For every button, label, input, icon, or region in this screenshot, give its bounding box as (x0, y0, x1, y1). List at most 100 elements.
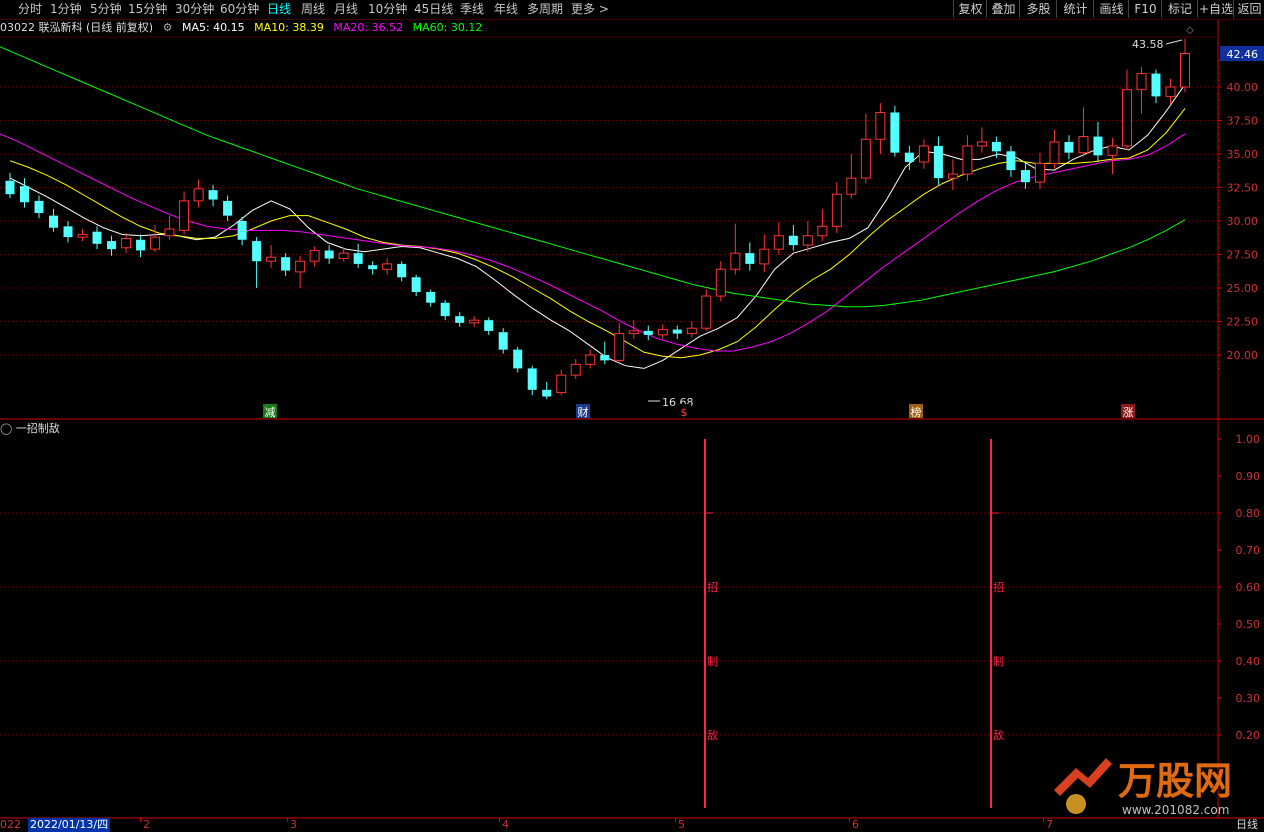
candle-body-down (1006, 151, 1016, 171)
candle-body-down (788, 235, 798, 246)
last-price-tag: 42.46 (1227, 48, 1259, 61)
date-axis-leftcut: 022 (0, 818, 21, 831)
indicator-axis-label: 0.60 (1236, 581, 1261, 594)
indicator-axis-label: 0.20 (1236, 729, 1261, 742)
cursor-date-box: 2022/01/13/四 (28, 818, 111, 832)
candle-body-down (600, 355, 610, 361)
indicator-name: 一招制敌 (15, 422, 60, 435)
candle-body-down (513, 349, 523, 369)
price-axis-label: 35.00 (1227, 148, 1259, 161)
coin-icon (1066, 794, 1086, 814)
candle-body-down (5, 180, 15, 195)
candle-body-down (368, 265, 378, 270)
indicator-axis-label: 0.70 (1236, 544, 1261, 557)
month-tick-0: 2 (143, 818, 150, 831)
candle-body-up (773, 235, 784, 250)
event-marker: 榜 (911, 405, 922, 419)
signal-char: 招 (707, 580, 718, 594)
arrow-icon (1054, 758, 1112, 796)
indicator-axis-label: 0.80 (1236, 507, 1261, 520)
month-tick-mark (1043, 818, 1044, 822)
candle-body-down (484, 320, 494, 331)
candle-body-up (1136, 73, 1147, 91)
candle-body-up (1121, 89, 1132, 147)
candle-body-up (266, 256, 277, 262)
signal-char: 制 (707, 655, 718, 668)
candle-body-up (628, 330, 639, 335)
candle-body-up (1034, 162, 1045, 183)
candle-body-up (585, 354, 596, 365)
event-marker: 财 (578, 405, 589, 419)
diamond-icon: ◇ (1186, 25, 1194, 36)
candle-body-down (324, 250, 334, 259)
indicator-axis-label: 0.50 (1236, 618, 1261, 631)
candle-body-up (164, 228, 175, 237)
candle-body-down (745, 253, 755, 264)
candle-body-up (831, 193, 842, 227)
kline-chart[interactable]: 40.00 37.50 35.00 32.50 30.00 27.50 25.00 22.50… (0, 0, 1264, 832)
event-marker: $ (681, 406, 688, 419)
candle-body-up (469, 319, 480, 324)
signal-char: 招 (993, 580, 1004, 594)
watermark-url: www.201082.com (1122, 803, 1229, 817)
candle-body-up (962, 145, 973, 175)
candle-body-up (614, 333, 625, 361)
candle-body-up (730, 252, 741, 270)
candle-body-up (860, 138, 871, 179)
candle-body-up (1078, 136, 1089, 154)
candle-body-down (63, 226, 73, 238)
candle-body-down (643, 330, 653, 335)
candle-body-up (918, 145, 929, 163)
month-tick-1: 3 (290, 818, 297, 831)
event-marker: 涨 (1123, 406, 1134, 419)
candle-body-down (440, 302, 450, 317)
watermark-brand: 万股网 (1118, 759, 1232, 803)
candle-body-down (904, 152, 914, 163)
month-tick-mark (140, 818, 141, 822)
high-price-label: 43.58 (1132, 38, 1164, 51)
candle-body-up (1107, 145, 1118, 156)
candle-body-up (817, 225, 828, 237)
month-tick-2: 4 (502, 818, 509, 831)
candle-body-up (338, 252, 349, 260)
price-axis-label: 27.50 (1227, 249, 1259, 262)
candle-body-up (846, 177, 857, 195)
signal-char: 制 (993, 655, 1004, 668)
candle-body-down (49, 215, 59, 228)
candle-body-down (890, 112, 900, 153)
month-tick-3: 5 (678, 818, 685, 831)
price-axis-label: 30.00 (1227, 215, 1259, 228)
candle-body-up (382, 263, 393, 270)
candle-body-down (426, 292, 436, 303)
month-tick-4: 6 (852, 818, 859, 831)
candle-body-down (1093, 136, 1103, 156)
date-axis-bar: 022 2022/01/13/四 日线 2 3 4 5 6 7 (0, 818, 1264, 832)
price-axis-label: 37.50 (1227, 115, 1259, 128)
candle-body-down (411, 277, 421, 293)
candle-body-up (179, 200, 190, 231)
candle-body-up (947, 173, 958, 179)
month-tick-mark (287, 818, 288, 822)
indicator-toggle-icon[interactable]: ◯ (0, 422, 12, 435)
candle-body-up (121, 237, 132, 249)
price-axis-label: 32.50 (1227, 182, 1259, 195)
candle-body-down (107, 241, 117, 250)
candle-body-down (20, 186, 30, 203)
signal-char: 敌 (993, 728, 1004, 742)
high-pointer (1165, 39, 1183, 45)
candle-body-down (542, 389, 552, 397)
candle-body-down (1020, 170, 1030, 183)
candle-body-down (252, 241, 262, 262)
candle-body-down (281, 257, 291, 271)
price-axis-label: 20.00 (1227, 349, 1259, 362)
watermark-logo: 万股网 www.201082.com (1054, 758, 1232, 817)
candle-body-down (208, 190, 218, 200)
ma-line-ma10 (9, 108, 1186, 359)
candle-body-up (657, 329, 668, 336)
candle-body-down (353, 253, 363, 264)
candle-body-up (686, 327, 697, 335)
candle-body-down (672, 329, 682, 334)
candle-body-up (1049, 141, 1060, 164)
candle-body-down (527, 368, 537, 390)
candle-body-up (309, 249, 320, 262)
